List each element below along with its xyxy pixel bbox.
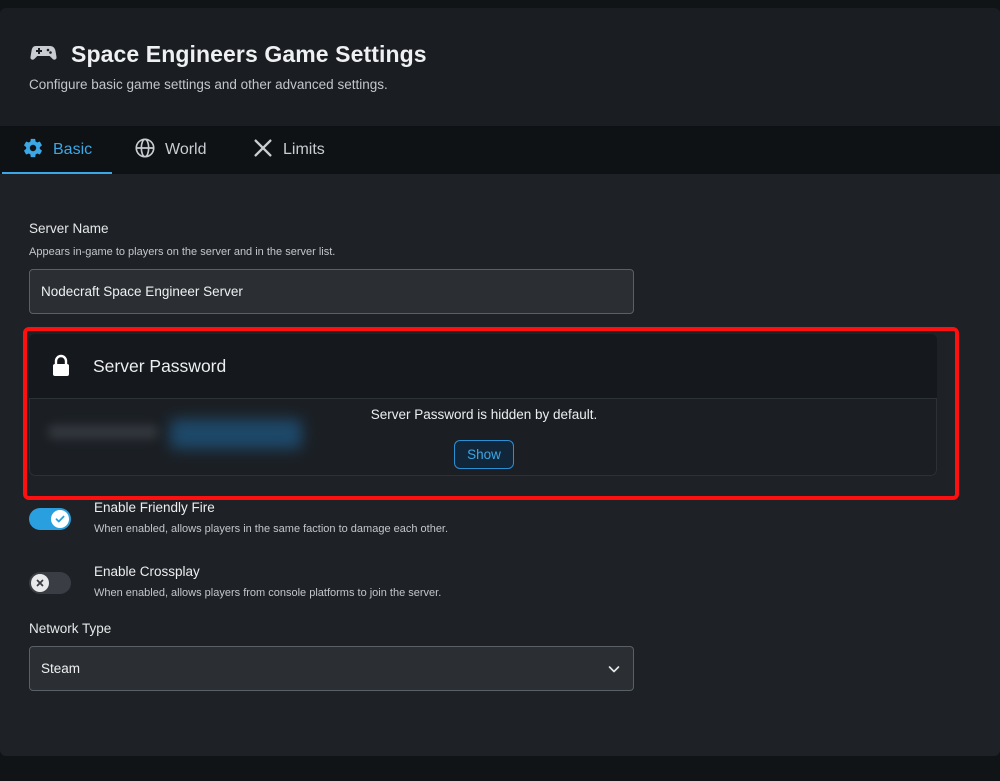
tab-world-label: World — [165, 141, 207, 158]
server-name-value: Nodecraft Space Engineer Server — [41, 284, 243, 299]
network-type-select[interactable]: Steam — [29, 646, 634, 691]
crossplay-title: Enable Crossplay — [94, 564, 200, 579]
server-password-body: Server Password is hidden by default. Sh… — [29, 398, 937, 476]
tab-limits-label: Limits — [283, 141, 325, 158]
server-password-title: Server Password — [93, 356, 227, 376]
tab-world[interactable]: World — [134, 126, 207, 174]
close-icon — [252, 137, 283, 164]
network-type-value: Steam — [41, 661, 81, 676]
friendly-fire-toggle[interactable] — [29, 508, 71, 530]
server-name-input[interactable]: Nodecraft Space Engineer Server — [29, 269, 634, 314]
check-icon — [51, 510, 69, 528]
globe-icon — [134, 137, 165, 164]
crossplay-description: When enabled, allows players from consol… — [94, 587, 442, 599]
tab-basic[interactable]: Basic — [2, 126, 112, 174]
friendly-fire-title: Enable Friendly Fire — [94, 500, 215, 515]
gear-icon — [22, 137, 53, 164]
network-type-label: Network Type — [29, 621, 112, 636]
server-password-header: Server Password — [29, 334, 937, 398]
settings-header: Space Engineers Game Settings Configure … — [0, 8, 1000, 126]
friendly-fire-description: When enabled, allows players in the same… — [94, 523, 449, 535]
server-name-label: Server Name — [29, 221, 109, 236]
page-subtitle: Configure basic game settings and other … — [29, 77, 388, 92]
server-password-card: Server Password Server Password is hidde… — [29, 334, 937, 476]
title-row: Space Engineers Game Settings — [29, 38, 427, 71]
tab-limits[interactable]: Limits — [252, 126, 325, 174]
server-name-hint: Appears in-game to players on the server… — [29, 246, 336, 258]
page-title: Space Engineers Game Settings — [71, 41, 427, 67]
crossplay-toggle[interactable] — [29, 572, 71, 594]
blurred-button — [170, 419, 302, 449]
tab-bar: Basic World Limits — [0, 126, 1000, 174]
blurred-field — [48, 425, 158, 439]
gamepad-icon — [29, 38, 57, 71]
x-icon — [31, 574, 49, 592]
server-password-message: Server Password is hidden by default. — [370, 407, 598, 422]
show-password-button[interactable]: Show — [454, 440, 514, 469]
tab-basic-label: Basic — [53, 141, 93, 158]
